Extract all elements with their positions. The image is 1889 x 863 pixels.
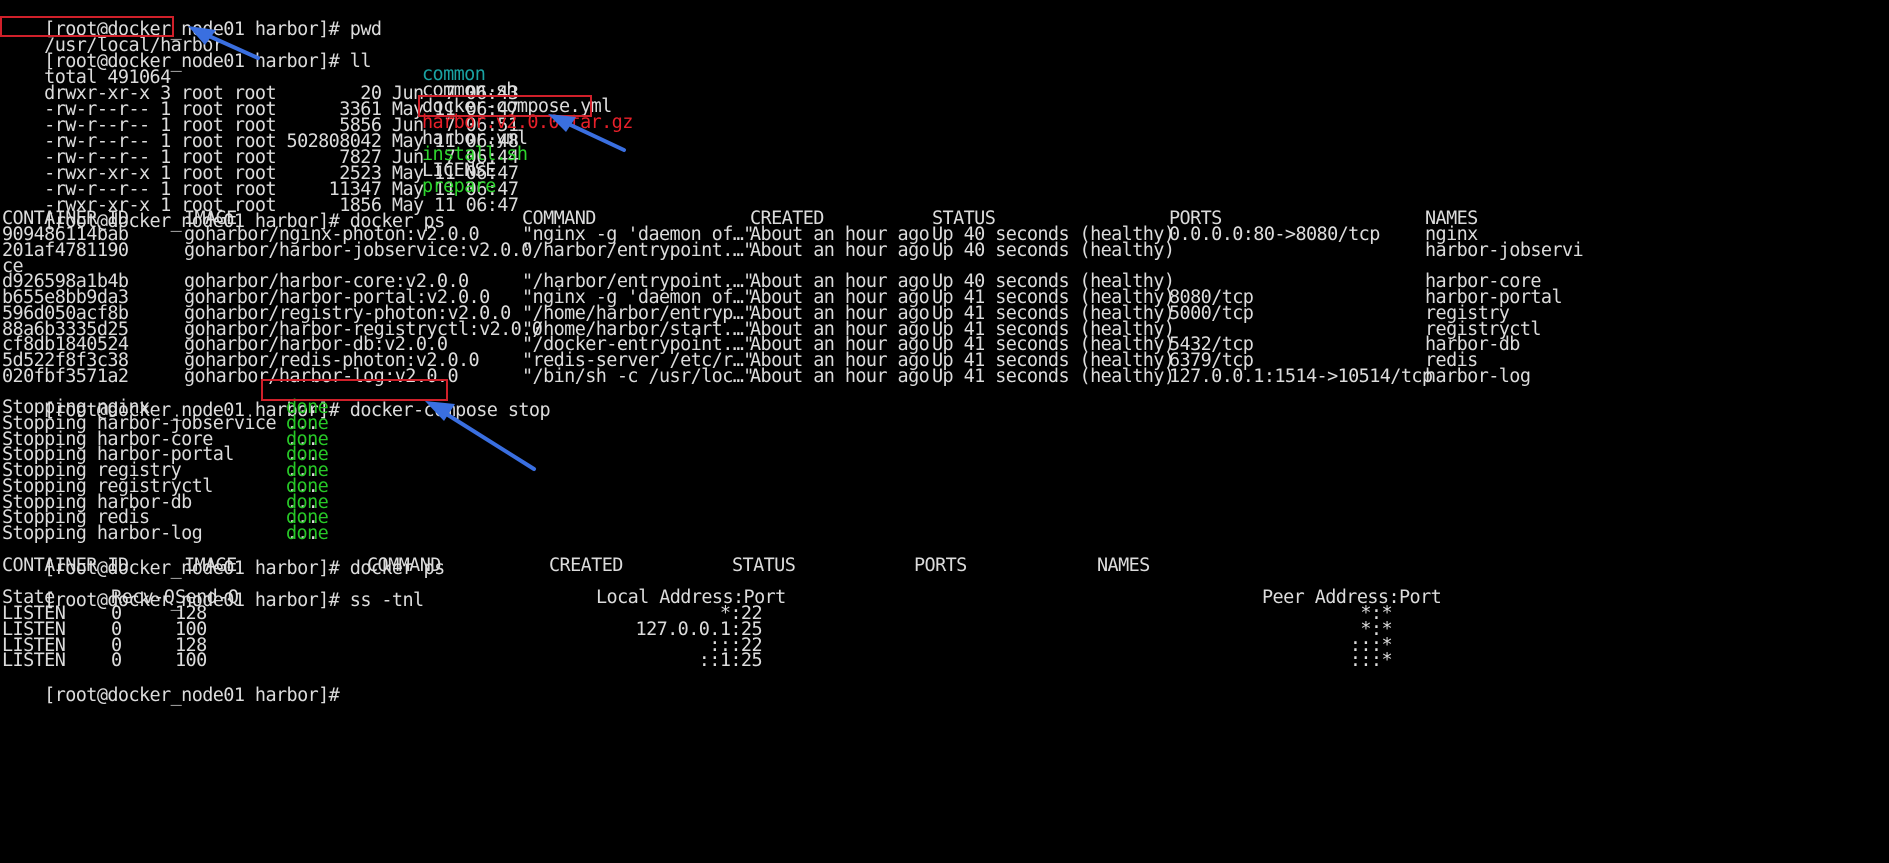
cell-status: Up 41 seconds (healthy) [932, 365, 1175, 387]
command-compose-stop: docker-compose stop [349, 400, 551, 421]
cell-image: goharbor/harbor-jobservice:v2.0.0 [184, 239, 532, 261]
cell-created: About an hour ago [750, 239, 930, 261]
prompt-line-current[interactable]: [root@docker_node01 harbor]# [2, 667, 340, 705]
cell-ports: 0.0.0.0:80->8080/tcp [1169, 224, 1380, 245]
cell-names: harbor-jobservi [1425, 239, 1584, 261]
cell-status: Up 40 seconds (healthy) [932, 239, 1175, 261]
cell-created: About an hour ago [750, 365, 930, 387]
cell-command: "/bin/sh -c /usr/loc…" [522, 365, 754, 387]
col-status: STATUS [732, 555, 796, 576]
cell-ports: 127.0.0.1:1514->10514/tcp [1169, 365, 1433, 387]
col-ports: PORTS [914, 555, 967, 576]
cell-names: harbor-log [1425, 365, 1531, 387]
col-names: NAMES [1097, 555, 1150, 576]
prompt: [root@docker_node01 harbor]# [44, 685, 340, 706]
cell-ports: 5000/tcp [1169, 302, 1254, 324]
terminal-window[interactable]: [root@docker_node01 harbor]# pwd /usr/lo… [0, 0, 1889, 863]
ss-peer-address: :::* [1349, 650, 1393, 672]
cursor [264, 668, 273, 685]
col-created: CREATED [549, 555, 623, 576]
ss-local-address: ::1:25 [698, 650, 763, 672]
cell-command: "/harbor/entrypoint.…" [522, 239, 754, 261]
